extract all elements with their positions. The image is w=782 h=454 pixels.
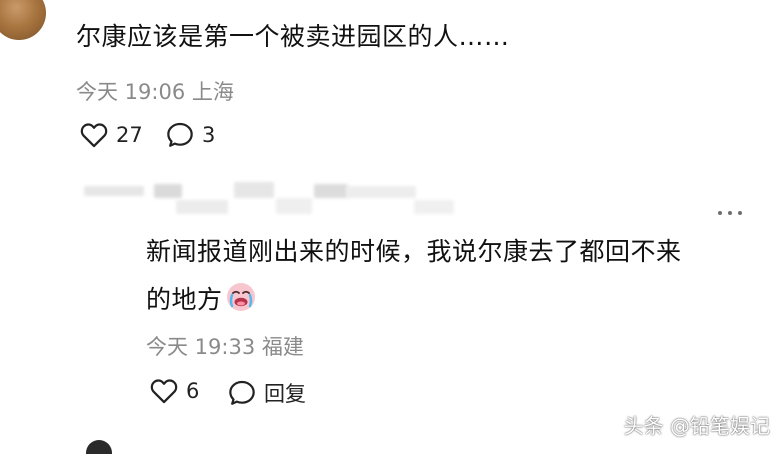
reply-label: 回复 <box>264 382 306 406</box>
watermark: 头条 @铅笔娱记 <box>623 414 770 438</box>
reply-button[interactable]: 回复 <box>228 378 306 408</box>
avatar[interactable] <box>86 440 112 454</box>
reply-text: 新闻报道刚出来的时候，我说尔康去了都回不来 的地方 <box>146 228 756 324</box>
heart-icon <box>80 123 108 148</box>
reply-text-line2: 的地方 <box>146 276 756 324</box>
like-button[interactable]: 27 <box>80 122 143 148</box>
comment-bubble-icon <box>167 122 193 147</box>
redacted-username <box>84 180 484 216</box>
reply-text-line1: 新闻报道刚出来的时候，我说尔康去了都回不来 <box>146 237 682 266</box>
comment-count: 3 <box>202 123 216 147</box>
reply-time: 今天 19:33 <box>146 335 256 359</box>
like-count: 27 <box>116 123 143 147</box>
avatar[interactable] <box>0 0 46 40</box>
heart-icon <box>150 379 178 404</box>
comment-meta: 今天 19:06 上海 <box>76 76 234 106</box>
comment-bubble-icon <box>229 380 255 405</box>
reply-meta: 今天 19:33 福建 <box>146 331 304 361</box>
comment-time: 今天 19:06 <box>76 80 186 104</box>
reply-location: 福建 <box>261 335 304 359</box>
reply-like-button[interactable]: 6 <box>150 378 199 404</box>
crying-face-emoji <box>226 283 255 311</box>
reply-like-count: 6 <box>186 379 200 403</box>
comment-text: 尔康应该是第一个被卖进园区的人…… <box>76 22 510 51</box>
reply-text-line2-content: 的地方 <box>146 285 223 314</box>
more-icon[interactable] <box>716 198 744 222</box>
comment-button[interactable]: 3 <box>166 122 215 148</box>
comment-location: 上海 <box>191 80 234 104</box>
